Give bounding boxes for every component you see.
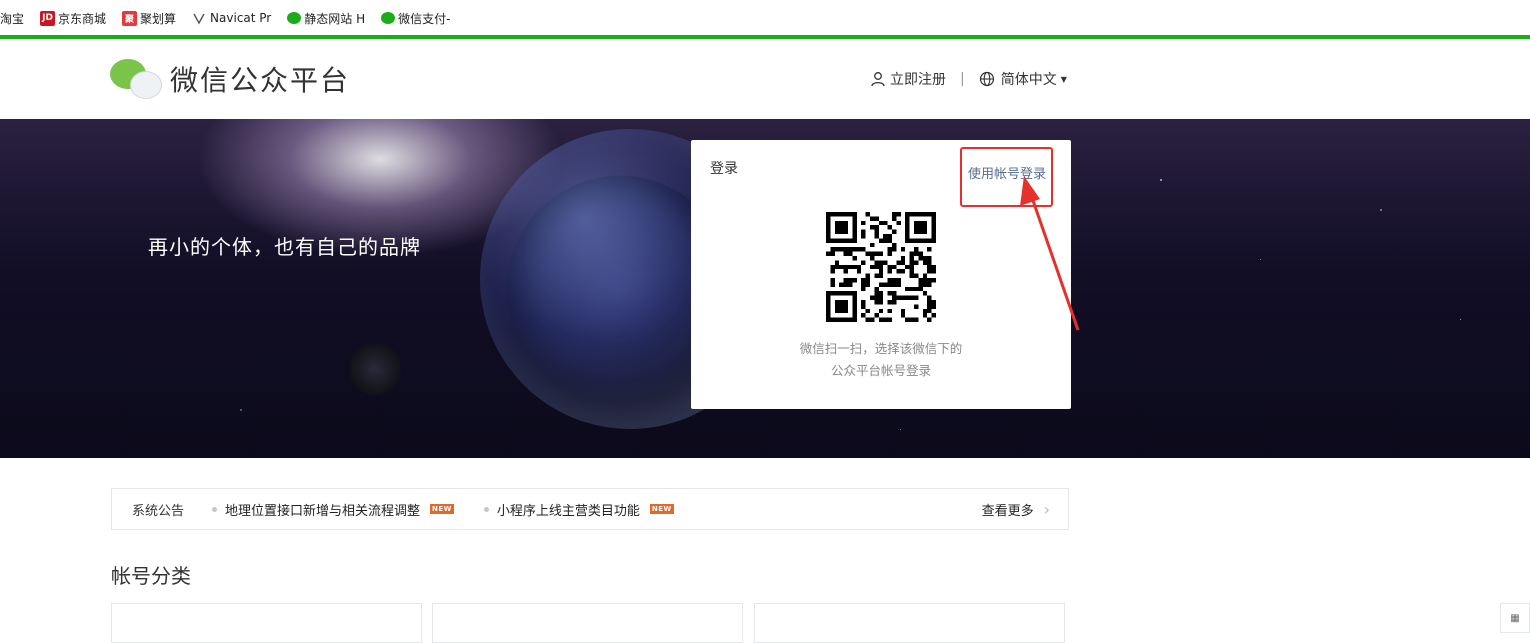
notice-item[interactable]: 地理位置接口新增与相关流程调整 NEW <box>212 500 454 519</box>
bookmark-label: 淘宝 <box>0 11 25 26</box>
category-card[interactable] <box>111 603 422 643</box>
notice-item[interactable]: 小程序上线主营类目功能 NEW <box>483 500 674 519</box>
bookmark-jd[interactable]: JD 京东商城 <box>40 10 106 27</box>
register-label: 立即注册 <box>890 72 946 88</box>
bookmark-label: Navicat Pr <box>210 11 272 25</box>
bookmark-label: 京东商城 <box>58 11 107 26</box>
site-header: 微信公众平台 立即注册 | 简体中文 ▼ <box>0 39 1530 119</box>
new-badge: NEW <box>649 504 674 514</box>
bookmark-wechat-pay[interactable]: 微信支付- <box>381 10 450 27</box>
banner-slogan: 再小的个体，也有自己的品牌 <box>148 235 421 259</box>
jd-icon: JD <box>40 10 56 26</box>
language-label: 简体中文 <box>1000 72 1057 88</box>
language-selector[interactable]: 简体中文 ▼ <box>979 69 1067 89</box>
view-more-link[interactable]: 查看更多 › <box>982 500 1050 519</box>
account-categories-title: 帐号分类 <box>111 564 191 588</box>
notice-text: 地理位置接口新增与相关流程调整 <box>225 503 421 519</box>
bookmark-static-site[interactable]: 静态网站 H <box>287 10 365 27</box>
globe-icon <box>979 71 994 87</box>
header-actions: 立即注册 | 简体中文 ▼ <box>870 69 1067 89</box>
wechat-icon <box>287 12 302 24</box>
header-separator: | <box>960 71 965 87</box>
navicat-icon <box>192 11 207 26</box>
logo-text: 微信公众平台 <box>170 64 351 97</box>
notice-label: 系统公告 <box>132 503 185 519</box>
bullet-icon <box>212 506 218 512</box>
view-more-label: 查看更多 <box>981 503 1034 519</box>
bookmark-navicat[interactable]: Navicat Pr <box>192 11 271 26</box>
bookmark-label: 聚划算 <box>140 11 177 26</box>
bookmark-taobao[interactable]: 淘宝 <box>0 10 24 27</box>
notice-text: 小程序上线主营类目功能 <box>496 503 640 519</box>
system-notice-bar: 系统公告 地理位置接口新增与相关流程调整 NEW 小程序上线主营类目功能 NEW… <box>111 488 1069 530</box>
scan-hint: 微信扫一扫，选择该微信下的 公众平台帐号登录 <box>731 338 1031 382</box>
site-logo[interactable]: 微信公众平台 <box>110 57 350 101</box>
wechat-logo-icon <box>110 57 162 101</box>
bookmark-label: 微信支付- <box>398 11 451 26</box>
scan-hint-line: 微信扫一扫，选择该微信下的 <box>799 341 963 356</box>
user-icon <box>871 72 885 87</box>
bullet-icon <box>483 506 489 512</box>
wechat-pay-icon <box>381 12 396 24</box>
new-badge: NEW <box>430 504 454 514</box>
annotation-arrow <box>1020 176 1080 331</box>
register-link[interactable]: 立即注册 <box>870 69 946 89</box>
chevron-right-icon: › <box>1043 499 1050 519</box>
bookmarks-bar: 淘宝 JD 京东商城 聚 聚划算 Navicat Pr 静态网站 H 微信支付- <box>0 0 1530 37</box>
hero-banner: 再小的个体，也有自己的品牌 登录 使用帐号登录 微信扫一扫，选择该微信下的 公众… <box>0 119 1530 458</box>
chevron-down-icon: ▼ <box>1060 74 1067 84</box>
juhuasuan-icon: 聚 <box>122 10 138 26</box>
qr-code <box>826 212 936 322</box>
category-card[interactable] <box>754 603 1065 643</box>
bookmark-juhuasuan[interactable]: 聚 聚划算 <box>122 10 176 27</box>
scan-hint-line: 公众平台帐号登录 <box>830 363 931 378</box>
category-card[interactable] <box>432 603 743 643</box>
bookmark-label: 静态网站 H <box>304 11 366 26</box>
login-title: 登录 <box>710 161 738 177</box>
